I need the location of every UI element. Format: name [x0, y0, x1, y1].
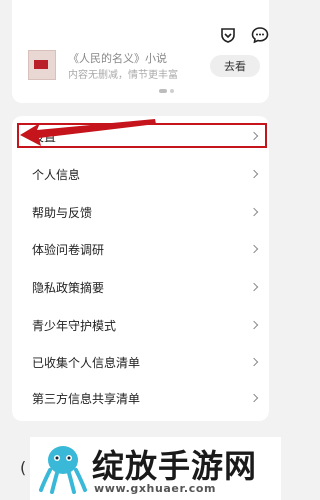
bottom-stub-text: (	[20, 458, 27, 477]
watermark-title: 绽放手游网	[92, 447, 258, 485]
list-item-help-feedback[interactable]: 帮助与反馈	[12, 197, 269, 227]
annotation-arrow-icon	[20, 119, 156, 146]
chevron-right-icon	[249, 357, 259, 367]
book-title: 《人民的名义》小说	[68, 52, 167, 65]
chevron-right-icon	[249, 282, 259, 292]
list-item-label: 已收集个人信息清单	[32, 355, 141, 370]
chevron-right-icon	[249, 320, 259, 330]
carousel-dot-active	[159, 89, 167, 93]
shield-icon[interactable]	[219, 26, 237, 44]
list-item-label: 青少年守护模式	[32, 318, 117, 333]
list-item-privacy-summary[interactable]: 隐私政策摘要	[12, 272, 269, 302]
list-item-label: 隐私政策摘要	[32, 280, 105, 295]
go-read-button[interactable]: 去看	[210, 55, 260, 77]
list-item-label: 第三方信息共享清单	[32, 391, 141, 406]
list-item-survey[interactable]: 体验问卷调研	[12, 234, 269, 264]
watermark-url: www.gxhuaer.com	[94, 482, 217, 495]
promo-card[interactable]: 《人民的名义》小说 内容无删减，情节更丰富 去看	[12, 0, 269, 103]
top-icon-bar	[219, 26, 269, 44]
list-item-label: 个人信息	[32, 167, 81, 182]
watermark-banner: 绽放手游网 www.gxhuaer.com	[30, 437, 281, 500]
chat-icon[interactable]	[251, 26, 269, 44]
chevron-right-icon	[249, 207, 259, 217]
list-item-label: 帮助与反馈	[32, 205, 93, 220]
octopus-logo-icon	[39, 446, 87, 494]
list-item-youth-mode[interactable]: 青少年守护模式	[12, 310, 269, 340]
list-item-third-party-sharing[interactable]: 第三方信息共享清单	[12, 383, 269, 413]
carousel-dots	[159, 89, 174, 93]
list-item-collected-info[interactable]: 已收集个人信息清单	[12, 347, 269, 377]
chevron-right-icon	[249, 393, 259, 403]
book-subtitle: 内容无删减，情节更丰富	[68, 70, 178, 81]
carousel-dot	[170, 89, 174, 93]
chevron-right-icon	[249, 169, 259, 179]
chevron-right-icon	[249, 244, 259, 254]
list-item-label: 体验问卷调研	[32, 242, 105, 257]
list-item-personal-info[interactable]: 个人信息	[12, 159, 269, 189]
book-cover-image[interactable]	[28, 50, 56, 80]
settings-list-card: 设置 个人信息 帮助与反馈 体验问卷调研 隐私政策摘要 青少年守护模式 已收集个…	[12, 116, 269, 421]
